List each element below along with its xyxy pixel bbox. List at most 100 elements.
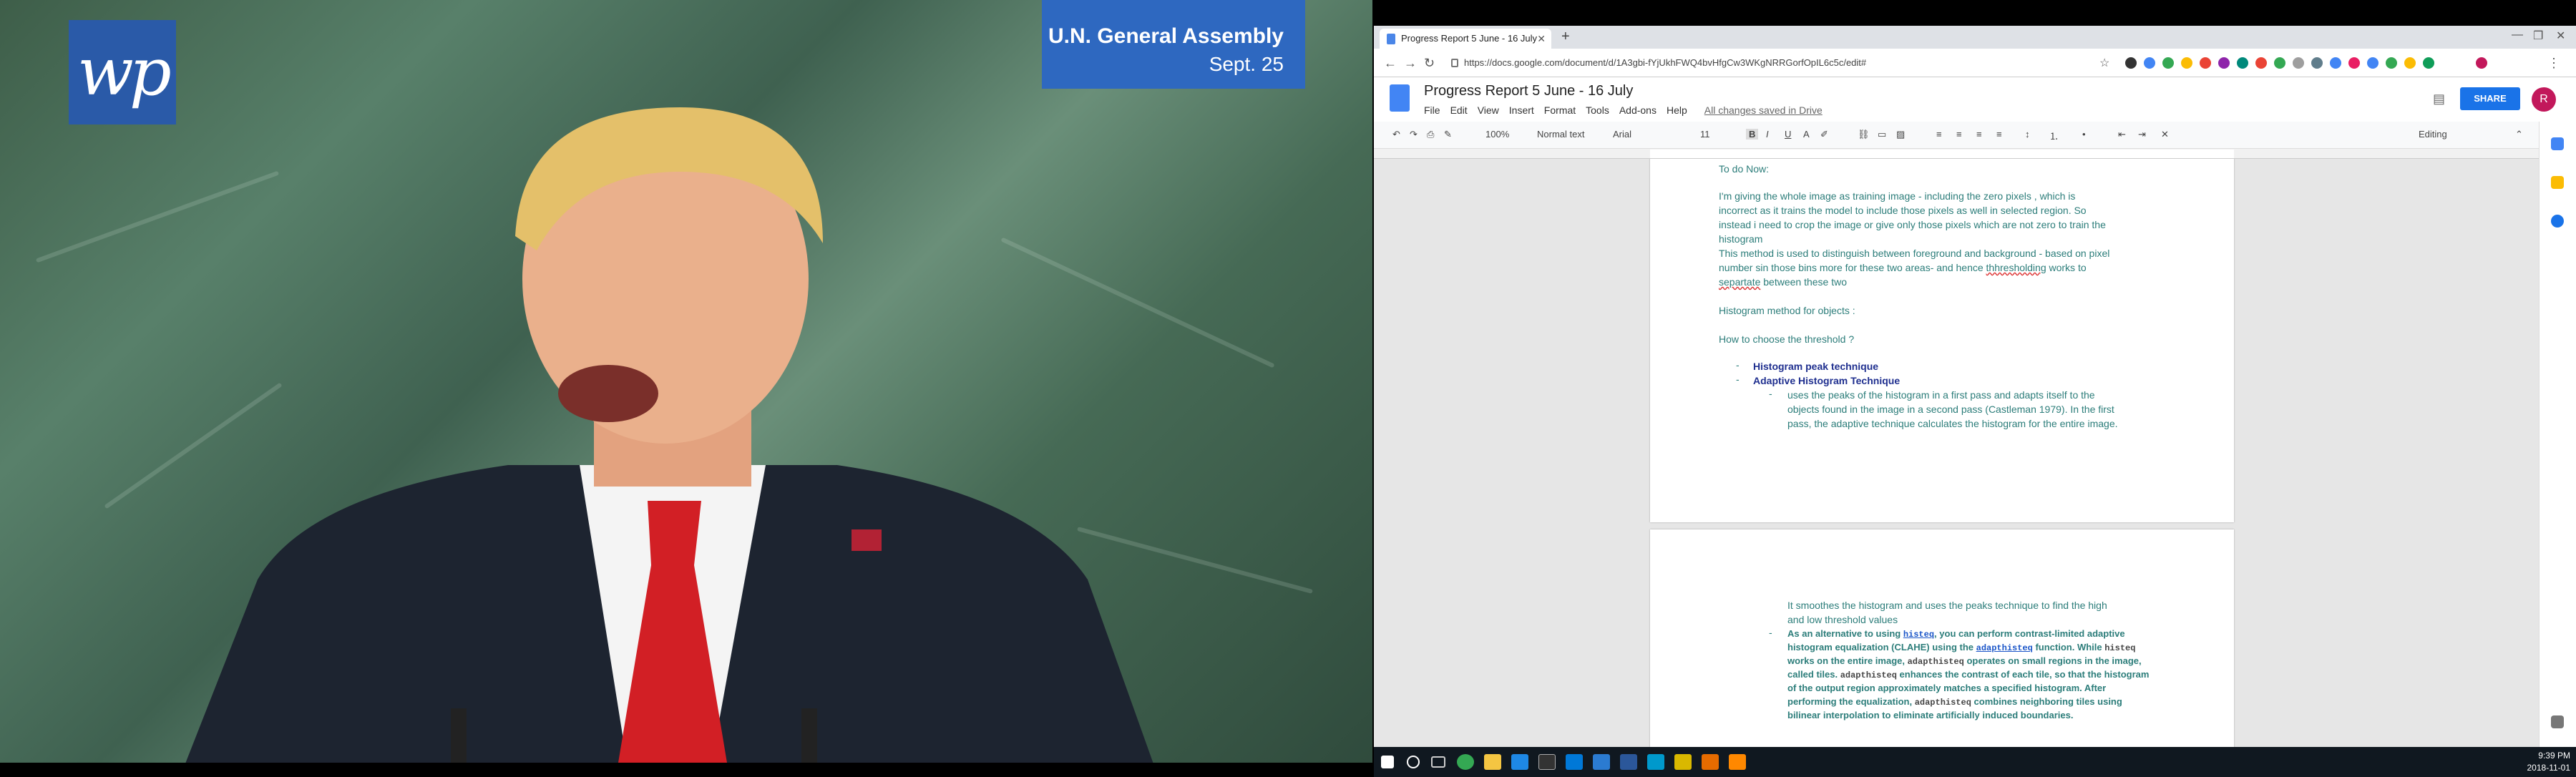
extension-icon[interactable] — [2218, 57, 2230, 69]
bold-icon[interactable]: B — [1746, 129, 1759, 140]
align-right-icon[interactable]: ≡ — [1976, 129, 1982, 140]
extension-icon[interactable] — [2181, 57, 2192, 69]
photos-icon[interactable] — [1593, 754, 1610, 770]
url-field[interactable]: https://docs.google.com/document/d/1A3gb… — [1447, 53, 2069, 73]
misspelled-word[interactable]: separtate — [1719, 276, 1760, 288]
reload-icon[interactable]: ↻ — [1424, 56, 1435, 71]
link-icon[interactable]: ⛓ — [1858, 129, 1870, 140]
highlight-icon[interactable]: ✐ — [1820, 129, 1828, 140]
italic-icon[interactable]: I — [1766, 129, 1769, 140]
collapse-icon[interactable]: ⌃ — [2515, 129, 2523, 140]
extension-icon[interactable] — [2311, 57, 2323, 69]
extension-icon[interactable] — [2274, 57, 2285, 69]
comment-add-icon[interactable]: ▭ — [1878, 129, 1886, 140]
style-select[interactable]: Normal text — [1537, 129, 1584, 140]
menu-addons[interactable]: Add-ons — [1619, 104, 1657, 116]
store-icon[interactable] — [1538, 754, 1556, 770]
skype-icon[interactable] — [1647, 754, 1664, 770]
sticky-notes-icon[interactable] — [1674, 754, 1692, 770]
clear-formatting-icon[interactable]: ✕ — [2161, 129, 2169, 140]
justify-icon[interactable]: ≡ — [1996, 129, 2002, 140]
font-select[interactable]: Arial — [1613, 129, 1631, 140]
menu-format[interactable]: Format — [1544, 104, 1576, 116]
windows-start-icon[interactable] — [1381, 756, 1394, 768]
close-tab-icon[interactable]: ✕ — [1537, 29, 1546, 49]
chrome-icon[interactable] — [1457, 754, 1474, 770]
calendar-icon[interactable] — [2551, 137, 2564, 150]
menu-tools[interactable]: Tools — [1586, 104, 1609, 116]
word-icon[interactable] — [1620, 754, 1637, 770]
undo-icon[interactable]: ↶ — [1392, 129, 1400, 140]
print-icon[interactable]: ⎙ — [1427, 129, 1434, 140]
save-status[interactable]: All changes saved in Drive — [1704, 104, 1823, 116]
explore-icon[interactable] — [2551, 715, 2564, 728]
decrease-indent-icon[interactable]: ⇤ — [2118, 129, 2126, 140]
extension-icon[interactable] — [2237, 57, 2248, 69]
close-window-icon[interactable]: ✕ — [2556, 29, 2565, 43]
extension-icon[interactable] — [2293, 57, 2304, 69]
paragraph-line: and low threshold values — [1787, 614, 1898, 625]
extension-icon[interactable] — [2404, 57, 2416, 69]
extension-icon[interactable] — [2162, 57, 2174, 69]
image-icon[interactable]: ▨ — [1896, 129, 1905, 140]
docs-logo-icon[interactable] — [1390, 84, 1410, 112]
align-left-icon[interactable]: ≡ — [1936, 129, 1942, 140]
new-tab-button[interactable]: + — [1561, 29, 1570, 45]
paint-format-icon[interactable]: ✎ — [1444, 129, 1452, 140]
increase-indent-icon[interactable]: ⇥ — [2138, 129, 2146, 140]
align-center-icon[interactable]: ≡ — [1956, 129, 1962, 140]
bulleted-list-icon[interactable]: • — [2082, 129, 2086, 140]
share-button[interactable]: SHARE — [2460, 87, 2520, 110]
back-icon[interactable]: ← — [1384, 56, 1397, 71]
taskbar-clock[interactable]: 9:39 PM 2018-11-01 — [2527, 750, 2571, 774]
numbered-list-icon[interactable]: ⒈ — [2049, 129, 2059, 142]
maximize-icon[interactable]: ❐ — [2533, 29, 2543, 43]
extension-icon[interactable] — [2125, 57, 2137, 69]
document-title[interactable]: Progress Report 5 June - 16 July — [1424, 83, 1633, 99]
font-size-select[interactable]: 11 — [1700, 129, 1710, 140]
vlc-icon[interactable] — [1729, 754, 1746, 770]
browser-menu-icon[interactable]: ⋮ — [2547, 56, 2560, 71]
adapthisteq-link[interactable]: adapthisteq — [1976, 643, 2033, 653]
search-icon[interactable] — [1407, 756, 1420, 768]
task-view-icon[interactable] — [1431, 756, 1445, 768]
browser-tab[interactable]: Progress Report 5 June - 16 July ✕ — [1380, 29, 1551, 49]
menu-help[interactable]: Help — [1667, 104, 1687, 116]
misspelled-word[interactable]: thhresholding — [1986, 262, 2046, 273]
bullet-dash: - — [1769, 627, 1772, 638]
avatar[interactable]: R — [2532, 87, 2556, 112]
edge-icon[interactable] — [1511, 754, 1528, 770]
menu-edit[interactable]: Edit — [1450, 104, 1468, 116]
extension-icon[interactable] — [2348, 57, 2360, 69]
file-explorer-icon[interactable] — [1484, 754, 1501, 770]
histeq-link[interactable]: histeq — [1903, 630, 1934, 640]
text-run: operates on small regions in the image, — [1963, 655, 2142, 666]
extension-icon[interactable] — [2423, 57, 2434, 69]
keep-icon[interactable] — [2551, 176, 2564, 189]
mail-icon[interactable] — [1566, 754, 1583, 770]
forward-icon[interactable]: → — [1404, 56, 1417, 71]
text-color-icon[interactable]: A — [1803, 129, 1810, 140]
bookmark-star-icon[interactable]: ☆ — [2099, 56, 2109, 70]
extension-icon[interactable] — [2386, 57, 2397, 69]
extension-icon[interactable] — [2144, 57, 2155, 69]
tasks-icon[interactable] — [2551, 215, 2564, 228]
profile-icon[interactable] — [2476, 57, 2487, 69]
editing-mode-select[interactable]: Editing — [2419, 129, 2447, 140]
zoom-select[interactable]: 100% — [1485, 129, 1509, 140]
matlab-icon[interactable] — [1702, 754, 1719, 770]
extension-icon[interactable] — [2367, 57, 2379, 69]
menu-view[interactable]: View — [1478, 104, 1499, 116]
extension-icon[interactable] — [2255, 57, 2267, 69]
document-page[interactable]: To do Now: I'm giving the whole image as… — [1650, 159, 2234, 522]
menu-file[interactable]: File — [1424, 104, 1440, 116]
extension-icon[interactable] — [2200, 57, 2211, 69]
comments-icon[interactable]: ▤ — [2433, 92, 2445, 107]
extension-icon[interactable] — [2330, 57, 2341, 69]
redo-icon[interactable]: ↷ — [1410, 129, 1418, 140]
minimize-icon[interactable]: — — [2512, 29, 2523, 41]
underline-icon[interactable]: U — [1785, 129, 1791, 140]
line-spacing-icon[interactable]: ↕ — [2025, 129, 2030, 140]
menu-insert[interactable]: Insert — [1509, 104, 1534, 116]
document-page[interactable]: It smoothes the histogram and uses the p… — [1650, 529, 2234, 747]
